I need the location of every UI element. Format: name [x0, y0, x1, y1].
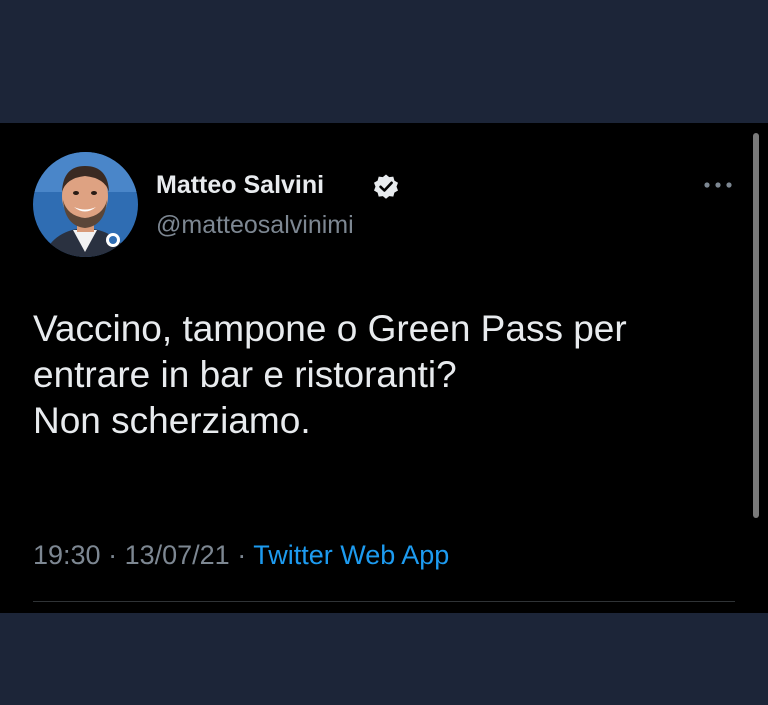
verified-badge-icon — [374, 174, 398, 199]
tweet-text-line: Non scherziamo. — [33, 400, 311, 441]
author-handle[interactable]: @matteosalvinimi — [156, 211, 354, 240]
ellipsis-icon[interactable] — [702, 178, 734, 192]
meta-separator: · — [100, 540, 125, 570]
divider — [33, 601, 735, 602]
tweet-meta: 19:30 · 13/07/21 · Twitter Web App — [33, 540, 449, 571]
background-top — [0, 0, 768, 123]
tweet-text: Vaccino, tampone o Green Pass per entrar… — [33, 306, 733, 444]
scrollbar[interactable] — [753, 133, 759, 518]
tweet-date[interactable]: 13/07/21 — [125, 540, 230, 570]
author-name[interactable]: Matteo Salvini — [156, 171, 324, 200]
tweet-source-link[interactable]: Twitter Web App — [253, 540, 449, 570]
background-bottom — [0, 613, 768, 705]
avatar-image — [33, 152, 138, 257]
tweet-text-line: Vaccino, tampone o Green Pass per — [33, 308, 627, 349]
tweet-time[interactable]: 19:30 — [33, 540, 101, 570]
avatar[interactable] — [33, 152, 138, 257]
tweet-text-line: entrare in bar e ristoranti? — [33, 354, 457, 395]
tweet-card: Matteo Salvini @matteosalvinimi Vaccino,… — [0, 123, 768, 613]
meta-separator: · — [229, 540, 254, 570]
